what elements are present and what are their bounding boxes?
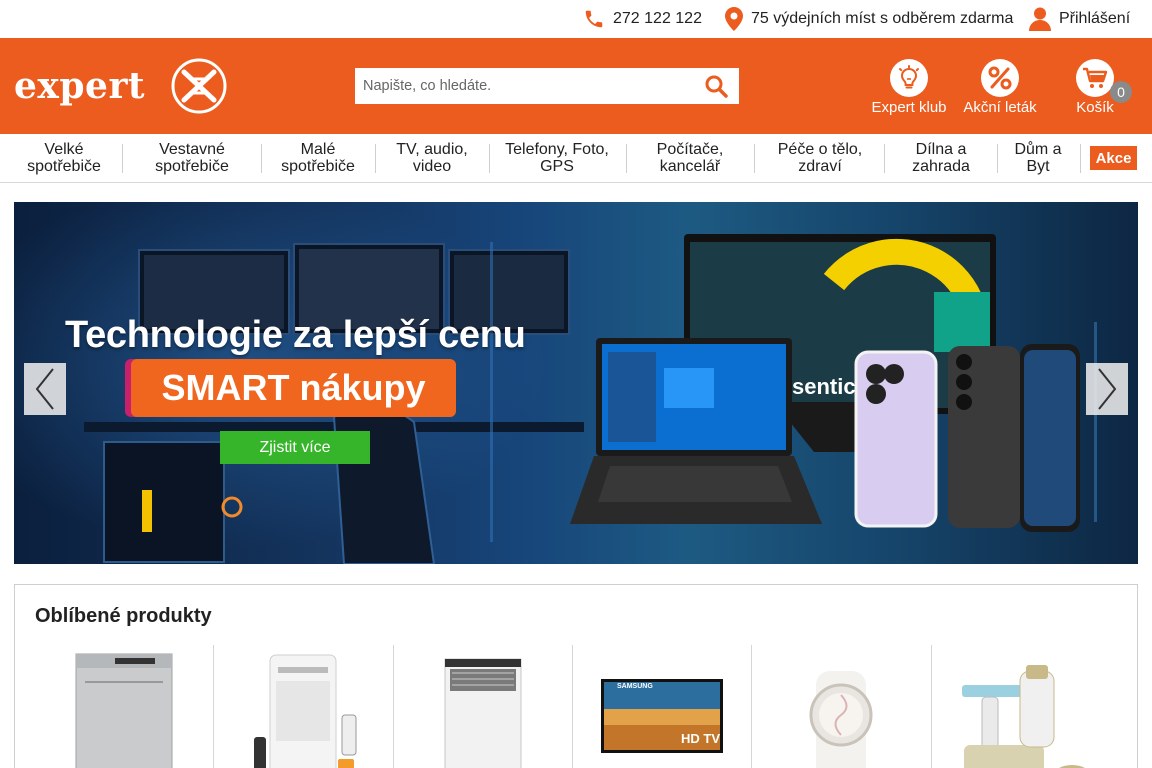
hero-banner[interactable]: sentic Technologie za lepší cenu SMART n… <box>14 202 1138 564</box>
smartwatch-icon <box>809 671 873 768</box>
nav-label-line: Malé <box>300 141 336 158</box>
leaflet-label: Akční leták <box>963 99 1037 116</box>
nav-label-line: kancelář <box>659 158 721 175</box>
stores-link[interactable]: 75 výdejních míst s odběrem zdarma <box>725 0 1013 38</box>
nav-item-workshop-garden[interactable]: Dílna a zahrada <box>894 141 988 177</box>
login-link[interactable]: Přihlášení <box>1029 0 1130 38</box>
nav-item-small-appliances[interactable]: Malé spotřebiče <box>268 141 368 177</box>
product-card[interactable] <box>932 645 1138 768</box>
cart-label: Košík <box>1076 99 1114 116</box>
product-card[interactable] <box>394 645 572 768</box>
product-card[interactable] <box>15 645 213 768</box>
lightbulb-icon <box>899 65 919 89</box>
nav-divider <box>997 144 998 173</box>
nav-divider <box>1080 144 1081 173</box>
location-pin-icon <box>725 7 743 31</box>
login-text: Přihlášení <box>1059 10 1131 27</box>
logo-wordmark: expert <box>14 65 146 107</box>
category-nav: Velké spotřebiče Vestavné spotřebiče Malé s… <box>0 134 1152 183</box>
expert-club-icon-circle <box>890 59 928 97</box>
nav-item-tv-audio-video[interactable]: TV, audio, video <box>382 141 482 177</box>
search-box <box>355 68 739 104</box>
mobile-air-conditioner-icon <box>254 654 357 768</box>
nav-item-home-living[interactable]: Dům a Byt <box>1004 141 1072 177</box>
hero-title: Technologie za lepší cenu <box>65 314 526 356</box>
main-header: expert Expert klub <box>0 38 1152 134</box>
nav-label-line: Dům a <box>1014 141 1062 158</box>
search-icon <box>705 75 728 98</box>
nav-item-computers-office[interactable]: Počítače, kancelář <box>636 141 744 177</box>
search-input[interactable] <box>355 68 693 104</box>
user-icon <box>1029 7 1051 31</box>
nav-divider <box>375 144 376 173</box>
hero-headline: SMART nákupy <box>131 359 456 417</box>
nav-label-line: video <box>412 158 452 175</box>
nav-label-line: Dílna a <box>915 141 967 158</box>
favorite-products-section: Oblíbené produkty SAMSUNG HD TV <box>14 584 1138 768</box>
dishwasher-icon <box>75 653 173 768</box>
phone-icon <box>585 10 603 28</box>
product-card[interactable]: SAMSUNG HD TV <box>573 645 751 768</box>
expert-club-button[interactable]: Expert klub <box>868 59 950 116</box>
expert-club-label: Expert klub <box>871 99 947 116</box>
chevron-right-icon <box>1098 368 1117 410</box>
carousel-next-button[interactable] <box>1086 363 1128 415</box>
monitor-brand-text: sentic <box>792 374 856 399</box>
cart-icon-circle: 0 <box>1076 59 1132 103</box>
nav-divider <box>884 144 885 173</box>
phone-link[interactable]: 272 122 122 <box>583 0 702 38</box>
television-icon <box>601 679 723 753</box>
shopping-cart-icon <box>1083 67 1108 88</box>
logo-emblem-icon <box>171 58 227 114</box>
tv-badge-label: HD TV <box>681 731 720 746</box>
shaver-set-icon <box>962 665 1085 768</box>
carousel-prev-button[interactable] <box>24 363 66 415</box>
percent-icon <box>988 66 1012 90</box>
nav-label-line: Byt <box>1026 158 1050 175</box>
nav-label-line: spotřebiče <box>155 158 229 175</box>
chevron-left-icon <box>35 368 54 410</box>
nav-divider <box>626 144 627 173</box>
nav-label-line: Počítače, <box>656 141 724 158</box>
phone-number: 272 122 122 <box>613 10 702 27</box>
nav-item-phones-photo-gps[interactable]: Telefony, Foto, GPS <box>497 141 617 177</box>
nav-label-line: zahrada <box>912 158 970 175</box>
built-in-dishwasher-icon <box>444 658 522 768</box>
product-card[interactable] <box>752 645 931 768</box>
hero-cta-button[interactable]: Zjistit více <box>220 431 370 464</box>
nav-label-line: Velké <box>44 141 84 158</box>
nav-divider <box>261 144 262 173</box>
nav-label-line: spotřebiče <box>281 158 355 175</box>
nav-label-line: GPS <box>540 158 574 175</box>
leaflet-icon-circle <box>981 59 1019 97</box>
top-utility-bar: 272 122 122 75 výdejních míst s odběrem … <box>0 0 1152 38</box>
nav-item-akce[interactable]: Akce <box>1090 146 1137 170</box>
nav-divider <box>122 144 123 173</box>
nav-label-line: zdraví <box>798 158 842 175</box>
nav-item-built-in-appliances[interactable]: Vestavné spotřebiče <box>136 141 248 177</box>
nav-label-line: Telefony, Foto, <box>505 141 609 158</box>
search-button[interactable] <box>693 68 739 104</box>
nav-label-line: TV, audio, <box>396 141 468 158</box>
nav-label-line: Péče o tělo, <box>777 141 863 158</box>
cart-button[interactable]: 0 Košík <box>1070 59 1132 116</box>
cart-count-badge: 0 <box>1110 81 1132 103</box>
nav-item-body-care-health[interactable]: Péče o tělo, zdraví <box>764 141 876 177</box>
expert-logo[interactable]: expert <box>14 57 227 115</box>
stores-text: 75 výdejních míst s odběrem zdarma <box>751 10 1014 27</box>
nav-divider <box>489 144 490 173</box>
leaflet-button[interactable]: Akční leták <box>960 59 1040 116</box>
product-card[interactable] <box>214 645 393 768</box>
nav-item-large-appliances[interactable]: Velké spotřebiče <box>14 141 114 177</box>
tv-brand-label: SAMSUNG <box>617 683 653 690</box>
nav-divider <box>754 144 755 173</box>
nav-label-line: Vestavné <box>159 141 225 158</box>
nav-label-line: spotřebiče <box>27 158 101 175</box>
favorite-products-title: Oblíbené produkty <box>35 605 212 627</box>
